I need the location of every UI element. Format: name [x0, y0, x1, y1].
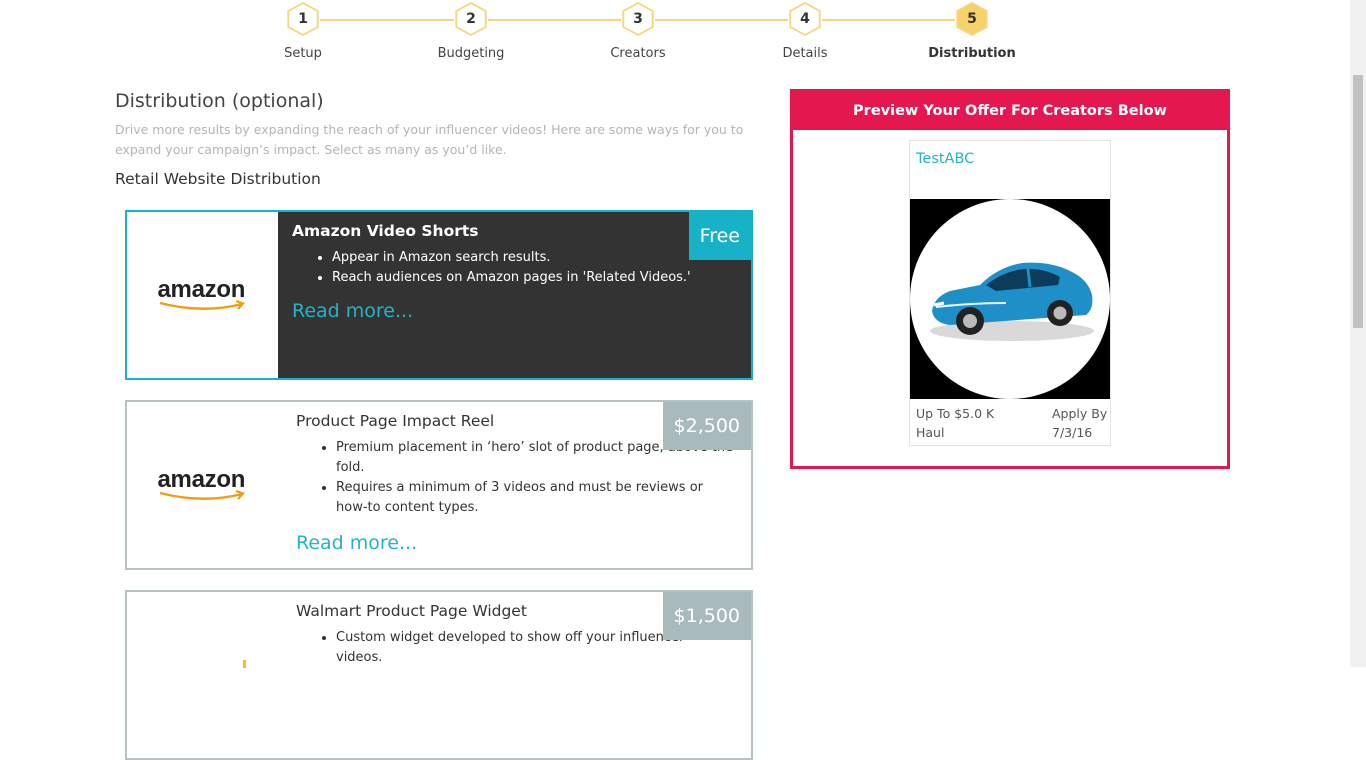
step-hexagon: 5 — [956, 2, 988, 36]
feature-list: Appear in Amazon search results. Reach a… — [292, 248, 737, 288]
step-hexagon: 1 — [287, 2, 319, 36]
section-description: Drive more results by expanding the reac… — [115, 122, 744, 157]
step-number: 4 — [791, 4, 819, 34]
amazon-logo: amazon — [127, 402, 278, 568]
feature-list: Premium placement in ‘hero’ slot of prod… — [296, 438, 736, 518]
read-more-link[interactable]: Read more... — [292, 300, 413, 322]
distribution-section: Distribution (optional) Drive more resul… — [115, 90, 755, 188]
offer-name[interactable]: TestABC — [910, 141, 1110, 177]
step-number: 1 — [289, 4, 317, 34]
section-subtitle: Retail Website Distribution — [115, 170, 321, 188]
car-icon — [930, 262, 1094, 341]
step-budgeting[interactable]: 2 Budgeting — [411, 2, 531, 61]
price-badge: $1,500 — [662, 592, 751, 640]
amazon-logo-text: amazon — [157, 466, 246, 493]
step-label: Distribution — [928, 46, 1016, 61]
progress-stepper: 1 Setup 2 Budgeting 3 Creators 4 Details… — [0, 0, 1350, 80]
amazon-smile-icon — [159, 490, 245, 500]
option-card-product-page-impact-reel[interactable]: amazon Product Page Impact Reel Premium … — [125, 400, 753, 570]
offer-image-circle — [910, 199, 1110, 399]
step-label: Budgeting — [437, 46, 505, 61]
offer-apply-date: 7/3/16 — [1052, 425, 1093, 440]
step-number: 2 — [457, 4, 485, 34]
offer-preview-panel: Preview Your Offer For Creators Below Te… — [790, 89, 1230, 469]
step-number: 5 — [958, 4, 986, 34]
feature-item: Custom widget developed to show off your… — [336, 628, 716, 668]
offer-apply-label: Apply By — [1052, 406, 1108, 421]
step-details[interactable]: 4 Details — [745, 2, 865, 61]
walmart-logo — [127, 592, 278, 758]
price-badge: Free — [688, 212, 751, 260]
step-hexagon: 2 — [455, 2, 487, 36]
offer-image — [910, 199, 1110, 399]
card-title: Amazon Video Shorts — [292, 222, 479, 240]
page-scrollbar[interactable] — [1350, 0, 1366, 667]
step-hexagon: 4 — [789, 2, 821, 36]
scrollbar-thumb[interactable] — [1353, 75, 1363, 328]
step-creators[interactable]: 3 Creators — [578, 2, 698, 61]
step-setup[interactable]: 1 Setup — [243, 2, 363, 61]
read-more-link[interactable]: Read more... — [296, 532, 417, 554]
step-number: 3 — [624, 4, 652, 34]
step-label: Setup — [284, 46, 322, 61]
amazon-logo: amazon — [127, 212, 278, 378]
step-label: Creators — [610, 46, 666, 61]
option-card-walmart-product-page-widget[interactable]: Walmart Product Page Widget Custom widge… — [125, 590, 753, 760]
feature-list: Custom widget developed to show off your… — [296, 628, 716, 668]
step-hexagon: 3 — [622, 2, 654, 36]
offer-card[interactable]: TestABC Up To $5.0 K Haul Apply By 7/3/1… — [909, 140, 1111, 446]
offer-type: Haul — [916, 425, 945, 440]
feature-item: Reach audiences on Amazon pages in 'Rela… — [332, 268, 737, 288]
option-card-content: Amazon Video Shorts Appear in Amazon sea… — [278, 212, 751, 378]
offer-budget: Up To $5.0 K Haul — [916, 404, 994, 442]
feature-item: Requires a minimum of 3 videos and must … — [336, 478, 736, 518]
price-badge: $2,500 — [662, 402, 751, 450]
walmart-spark-icon — [243, 660, 246, 668]
offer-apply: Apply By 7/3/16 — [1052, 404, 1107, 442]
option-card-amazon-video-shorts[interactable]: amazon Amazon Video Shorts Appear in Ama… — [125, 210, 753, 380]
preview-header: Preview Your Offer For Creators Below — [793, 92, 1227, 130]
step-distribution[interactable]: 5 Distribution — [912, 2, 1032, 61]
amazon-logo-text: amazon — [157, 276, 246, 303]
feature-item: Appear in Amazon search results. — [332, 248, 737, 268]
offer-budget-value: Up To $5.0 K — [916, 406, 995, 421]
step-label: Details — [782, 46, 828, 61]
amazon-smile-icon — [159, 300, 245, 310]
section-title: Distribution (optional) — [115, 90, 324, 112]
